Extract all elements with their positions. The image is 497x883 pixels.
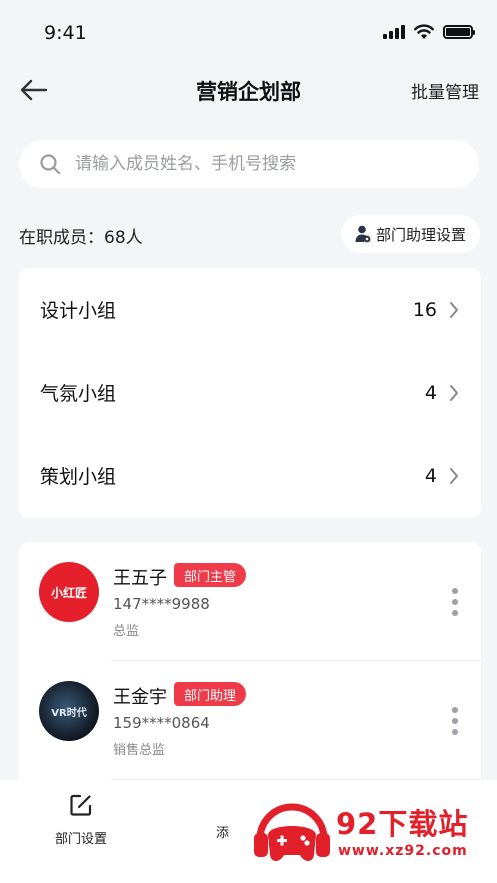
group-name: 气氛小组	[40, 383, 117, 405]
group-row[interactable]: 设计小组 16	[19, 268, 481, 351]
status-time: 9:41	[44, 22, 87, 44]
search-box[interactable]	[19, 140, 479, 188]
role-badge: 部门主管	[174, 563, 247, 587]
status-icons	[383, 24, 475, 40]
wifi-icon	[414, 24, 434, 39]
add-member-button[interactable]: 添	[216, 822, 229, 841]
watermark-url: www.xz92.com	[338, 843, 468, 859]
status-bar: 9:41	[0, 0, 497, 64]
add-member-label: 添	[216, 826, 230, 841]
more-dot-icon	[452, 588, 458, 594]
more-dot-icon	[452, 599, 458, 605]
group-name: 设计小组	[40, 300, 117, 322]
more-options-button[interactable]	[449, 588, 461, 616]
member-phone: 147****9988	[113, 595, 210, 613]
assistant-settings-button[interactable]: 部门助理设置	[340, 215, 480, 253]
member-row[interactable]: VR时代 王金宇 部门助理 159****0864 销售总监	[19, 661, 481, 780]
more-dot-icon	[452, 729, 458, 735]
batch-manage-button[interactable]: 批量管理	[411, 78, 479, 103]
cellular-signal-icon	[383, 25, 405, 39]
dept-settings-label: 部门设置	[55, 832, 108, 847]
member-count: 在职成员：68人	[19, 228, 143, 248]
assistant-settings-label: 部门助理设置	[375, 225, 466, 244]
member-title: 销售总监	[113, 743, 166, 758]
user-settings-icon	[355, 225, 371, 243]
more-dot-icon	[452, 610, 458, 616]
member-row[interactable]: 小红匠 王五子 部门主管 147****9988 总监	[19, 542, 481, 661]
role-badge: 部门助理	[174, 682, 247, 706]
member-name: 王金宇	[113, 687, 167, 708]
members-list: 小红匠 王五子 部门主管 147****9988 总监 VR时代 王金宇 部门助…	[19, 542, 481, 802]
battery-icon	[443, 25, 475, 39]
search-icon	[40, 154, 61, 175]
more-options-button[interactable]	[449, 707, 461, 735]
groups-list: 设计小组 16 气氛小组 4 策划小组 4	[19, 268, 481, 518]
group-name: 策划小组	[40, 466, 117, 488]
group-row[interactable]: 策划小组 4	[19, 434, 481, 517]
avatar: 小红匠	[39, 562, 99, 622]
search-input[interactable]	[75, 154, 435, 174]
group-count: 4	[424, 464, 437, 487]
edit-icon	[70, 794, 92, 816]
chevron-right-icon	[450, 301, 458, 318]
more-dot-icon	[452, 718, 458, 724]
group-count: 4	[424, 381, 437, 404]
chevron-right-icon	[450, 384, 458, 401]
member-title: 总监	[113, 624, 140, 639]
group-row[interactable]: 气氛小组 4	[19, 351, 481, 434]
watermark-brand: 92下载站	[336, 807, 469, 841]
more-dot-icon	[452, 707, 458, 713]
dept-settings-button[interactable]: 部门设置	[55, 792, 107, 847]
gamepad-logo-icon	[254, 803, 330, 861]
watermark: 92下载站 www.xz92.com	[250, 793, 490, 873]
member-phone: 159****0864	[113, 714, 210, 732]
avatar: VR时代	[39, 681, 99, 741]
group-count: 16	[412, 298, 437, 321]
member-name: 王五子	[113, 568, 167, 589]
chevron-right-icon	[450, 467, 458, 484]
nav-bar: 营销企划部 批量管理	[0, 64, 497, 116]
